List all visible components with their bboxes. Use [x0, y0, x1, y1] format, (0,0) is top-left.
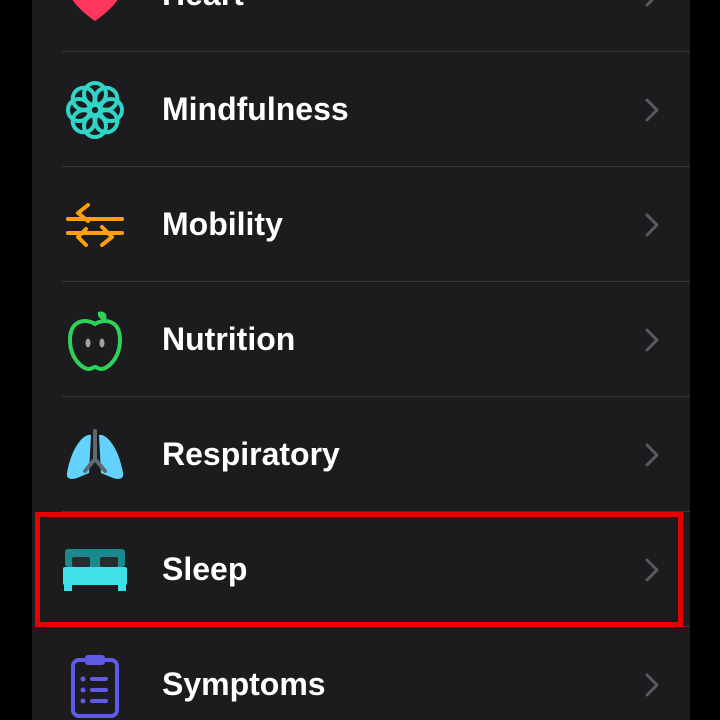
heart-icon	[62, 0, 128, 26]
mindfulness-flower-icon	[62, 79, 128, 141]
chevron-right-icon	[645, 443, 659, 467]
list-item-label: Heart	[162, 0, 244, 52]
list-item-mobility[interactable]: Mobility	[32, 167, 690, 282]
mobility-arrows-icon	[62, 194, 128, 256]
list-item-heart[interactable]: Heart	[32, 0, 690, 52]
clipboard-icon	[62, 654, 128, 718]
lungs-icon	[62, 424, 128, 486]
chevron-right-icon	[645, 98, 659, 122]
list-item-label: Mobility	[162, 206, 283, 242]
chevron-right-icon	[645, 673, 659, 697]
list-item-label: Respiratory	[162, 436, 340, 472]
list-item-label: Symptoms	[162, 666, 326, 702]
chevron-right-icon	[645, 213, 659, 237]
list-item-respiratory[interactable]: Respiratory	[32, 397, 690, 512]
list-item-symptoms[interactable]: Symptoms	[32, 627, 690, 720]
list-item-label: Sleep	[162, 551, 248, 587]
list-item-nutrition[interactable]: Nutrition	[32, 282, 690, 397]
list-item-mindfulness[interactable]: Mindfulness	[32, 52, 690, 167]
bed-icon	[62, 539, 128, 601]
list-item-sleep[interactable]: Sleep	[32, 512, 690, 627]
list-item-label: Mindfulness	[162, 91, 349, 127]
chevron-right-icon	[645, 0, 655, 7]
chevron-right-icon	[645, 558, 659, 582]
apple-icon	[62, 309, 128, 372]
chevron-right-icon	[645, 328, 659, 352]
list-item-label: Nutrition	[162, 321, 296, 357]
health-categories-list: Heart Mindfulness	[32, 0, 690, 720]
